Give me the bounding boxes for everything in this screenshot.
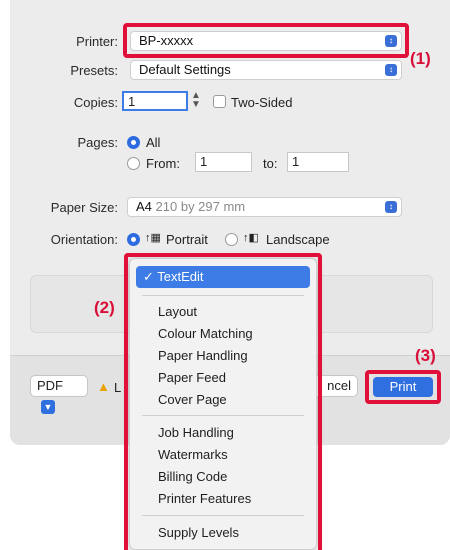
copies-label: Copies: xyxy=(73,95,118,110)
pages-from-input[interactable]: 1 xyxy=(195,152,252,172)
chevron-updown-icon: ↕ xyxy=(385,64,397,76)
pages-to-input[interactable]: 1 xyxy=(287,152,349,172)
orientation-label: Orientation: xyxy=(50,232,118,247)
pages-from-label: From: xyxy=(146,156,180,171)
landscape-icon: ↑◧ xyxy=(243,232,259,244)
two-sided-label: Two-Sided xyxy=(231,95,293,110)
paper-size-value: A4 xyxy=(136,199,152,214)
paper-size-label: Paper Size: xyxy=(50,200,118,215)
warning-text: L xyxy=(114,380,122,395)
presets-select[interactable]: Default Settings ↕ xyxy=(130,60,402,80)
callout-2: (2) xyxy=(94,298,115,317)
highlight-box-1 xyxy=(123,23,409,58)
pages-label: Pages: xyxy=(77,135,118,150)
pages-all-label: All xyxy=(146,135,161,150)
chevron-down-icon: ▼ xyxy=(41,399,55,414)
presets-value: Default Settings xyxy=(139,62,231,77)
highlight-box-2 xyxy=(124,253,322,550)
cancel-label: ncel xyxy=(327,378,351,393)
chevron-updown-icon: ↕ xyxy=(385,201,397,213)
presets-label: Presets: xyxy=(70,63,118,78)
warning-icon: ▲ xyxy=(97,379,110,394)
paper-size-select[interactable]: A4 210 by 297 mm ↕ xyxy=(127,197,402,217)
two-sided-checkbox[interactable] xyxy=(213,95,226,108)
printer-label: Printer: xyxy=(76,34,118,49)
highlight-box-3 xyxy=(365,370,441,404)
landscape-label: Landscape xyxy=(266,232,330,247)
callout-3: (3) xyxy=(415,346,436,365)
landscape-radio[interactable] xyxy=(225,233,238,246)
pages-to-label: to: xyxy=(263,156,278,171)
callout-1: (1) xyxy=(410,49,431,68)
copies-stepper[interactable]: ▲ ▼ xyxy=(191,91,201,110)
portrait-label: Portrait xyxy=(166,232,208,247)
pages-from-radio[interactable] xyxy=(127,157,140,170)
portrait-radio[interactable] xyxy=(127,233,140,246)
paper-size-detail: 210 by 297 mm xyxy=(155,199,246,214)
portrait-icon: ↑▦ xyxy=(145,232,161,244)
copies-input[interactable]: 1 xyxy=(122,91,188,111)
pdf-button[interactable]: PDF ▼ xyxy=(30,375,88,414)
pages-all-radio[interactable] xyxy=(127,136,140,149)
pdf-label: PDF xyxy=(37,378,63,393)
